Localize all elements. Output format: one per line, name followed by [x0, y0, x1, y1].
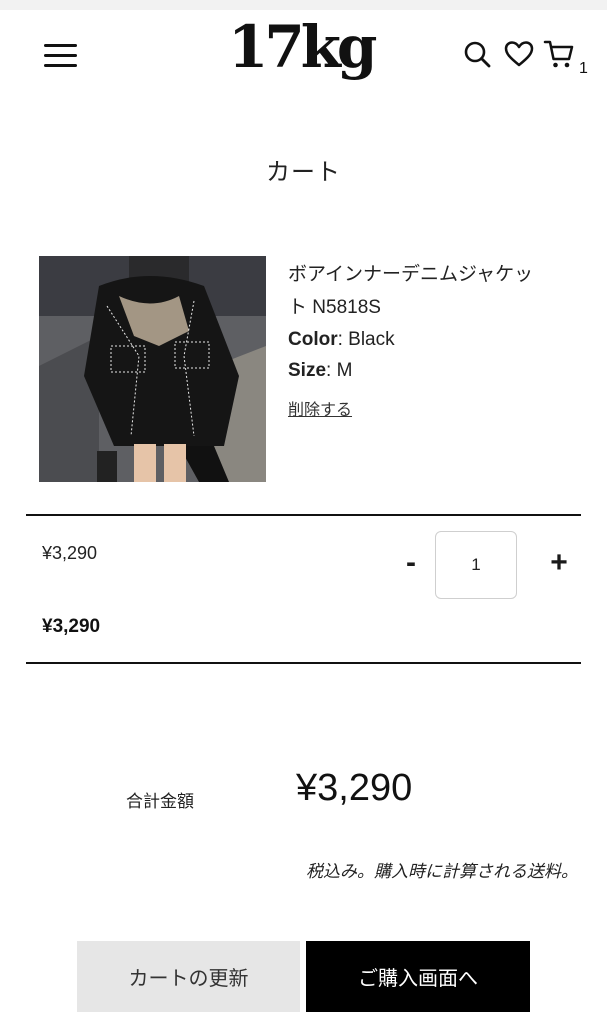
product-info: ボアインナーデニムジャケット N5818S Color: Black Size:… — [288, 258, 548, 420]
quantity-input[interactable] — [435, 531, 517, 599]
search-icon[interactable] — [461, 38, 493, 70]
cart-page: 17kg 1 カート ボアインナーデニムジャケット N5818S Color: … — [0, 10, 607, 1024]
cart-icon[interactable] — [543, 38, 575, 70]
size-label: Size — [288, 360, 327, 381]
product-name[interactable]: ボアインナーデニムジャケット N5818S — [288, 258, 548, 324]
divider — [26, 514, 581, 516]
remove-item-link[interactable]: 削除する — [288, 396, 352, 420]
tax-note: 税込み。購入時に計算される送料。 — [306, 862, 578, 882]
quantity-increase-button[interactable]: + — [544, 547, 574, 581]
product-size: Size: M — [288, 355, 548, 386]
heart-icon[interactable] — [503, 38, 535, 70]
color-label: Color — [288, 329, 338, 350]
quantity-decrease-button[interactable]: - — [398, 547, 424, 581]
line-total: ¥3,290 — [42, 616, 101, 637]
update-cart-button[interactable]: カートの更新 — [77, 941, 300, 1012]
color-value: : Black — [337, 329, 395, 350]
subtotal-value: ¥3,290 — [296, 767, 413, 809]
divider — [26, 662, 581, 664]
subtotal-label: 合計金額 — [126, 792, 194, 812]
checkout-button[interactable]: ご購入画面へ — [306, 941, 530, 1012]
hamburger-menu-icon[interactable] — [44, 42, 80, 70]
product-color: Color: Black — [288, 324, 548, 355]
store-logo[interactable]: 17kg — [228, 18, 377, 76]
unit-price: ¥3,290 — [42, 543, 98, 563]
page-title: カート — [266, 158, 341, 186]
product-image[interactable] — [39, 256, 266, 482]
cart-count-badge: 1 — [579, 60, 588, 77]
site-header: 17kg 1 — [0, 10, 607, 115]
size-value: : M — [326, 360, 353, 381]
